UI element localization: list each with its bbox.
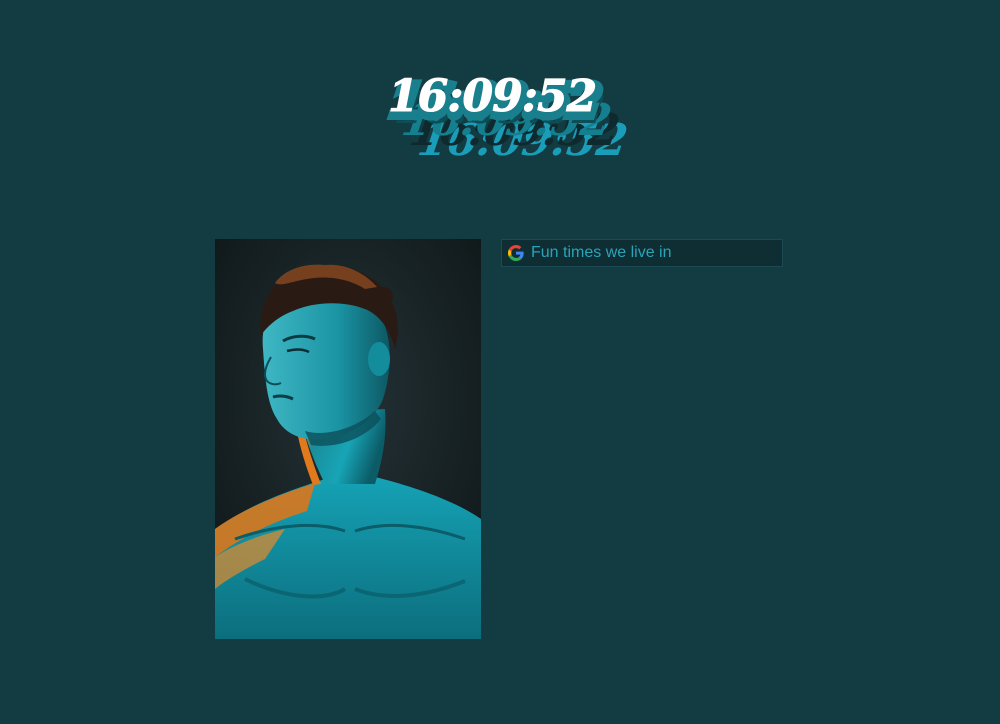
search-input[interactable] xyxy=(531,241,782,265)
portrait-photo xyxy=(215,239,481,639)
portrait-illustration xyxy=(215,239,481,639)
clock: 16:09:52 16:09:52 16:09:52 16:09:52 16:0… xyxy=(383,70,629,180)
clock-time: 16:09:52 xyxy=(387,71,597,123)
google-icon xyxy=(508,245,524,261)
new-tab-page: 16:09:52 16:09:52 16:09:52 16:09:52 16:0… xyxy=(0,0,1000,724)
search-box[interactable] xyxy=(501,239,783,267)
